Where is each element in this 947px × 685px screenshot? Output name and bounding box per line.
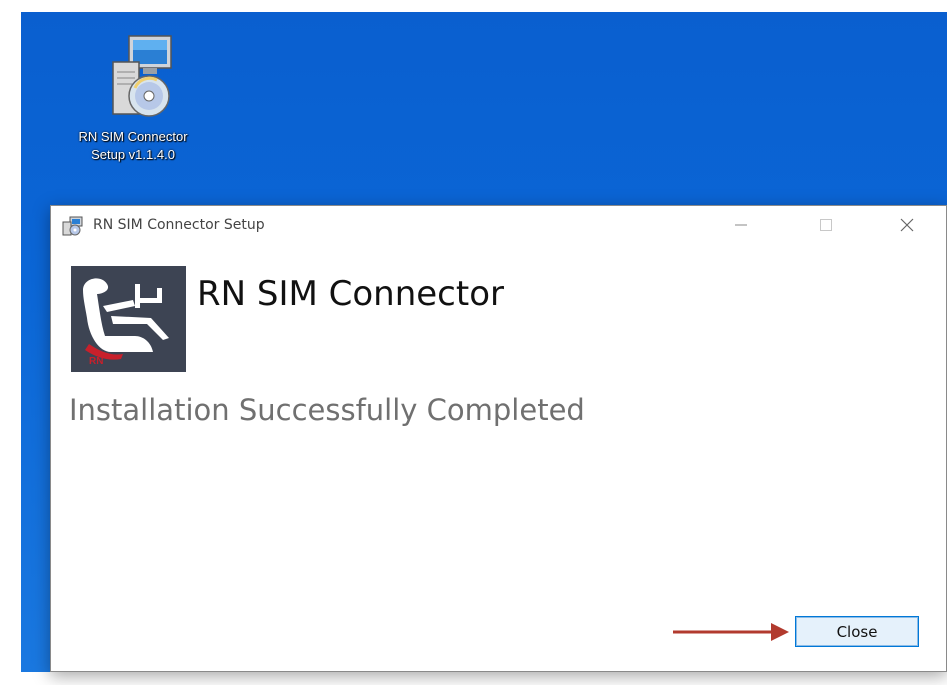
logo-rn-text: RN xyxy=(89,356,103,367)
window-title: RN SIM Connector Setup xyxy=(93,217,265,233)
app-name: RN SIM Connector xyxy=(197,274,504,314)
minimize-icon xyxy=(735,224,747,226)
app-logo: RN xyxy=(71,266,186,372)
maximize-icon xyxy=(820,219,832,231)
installer-icon xyxy=(60,216,84,241)
title-bar[interactable]: RN SIM Connector Setup xyxy=(51,206,946,244)
close-icon xyxy=(900,218,914,232)
installer-icon xyxy=(112,35,172,117)
arrow-right-icon xyxy=(673,623,789,641)
desktop-shortcut-setup[interactable]: RN SIM Connector Setup v1.1.4.0 xyxy=(43,32,223,192)
desktop-shortcut-label-line1: RN SIM Connector xyxy=(78,129,188,144)
close-button[interactable]: Close xyxy=(795,616,919,647)
install-status: Installation Successfully Completed xyxy=(69,393,585,427)
setup-window: RN SIM Connector Setup RN RN SIM Connect… xyxy=(50,205,947,672)
desktop-shortcut-label-line2: Setup v1.1.4.0 xyxy=(91,147,175,162)
maximize-button[interactable] xyxy=(803,206,849,244)
minimize-button[interactable] xyxy=(718,206,764,244)
close-window-button[interactable] xyxy=(884,206,930,244)
